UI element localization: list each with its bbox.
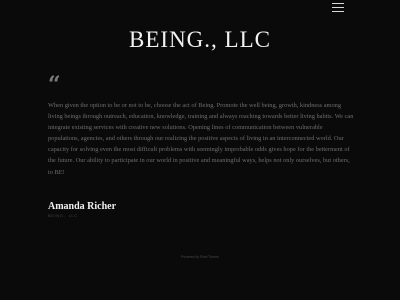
footer-theme-link[interactable]: Pixel Theme [200,255,219,259]
testimonial-text: When given the option to be or not to be… [48,102,354,176]
author-name: Amanda Richer [48,201,117,212]
footer-credits: Powered by Pixel Theme [0,255,400,259]
footer-prefix: Powered by [181,255,201,259]
hamburger-menu-icon[interactable] [332,3,344,13]
author-role: BEING., LLC [48,213,78,218]
site-title[interactable]: BEING., LLC [0,27,400,53]
left-double-quote-icon: “ [48,72,61,98]
